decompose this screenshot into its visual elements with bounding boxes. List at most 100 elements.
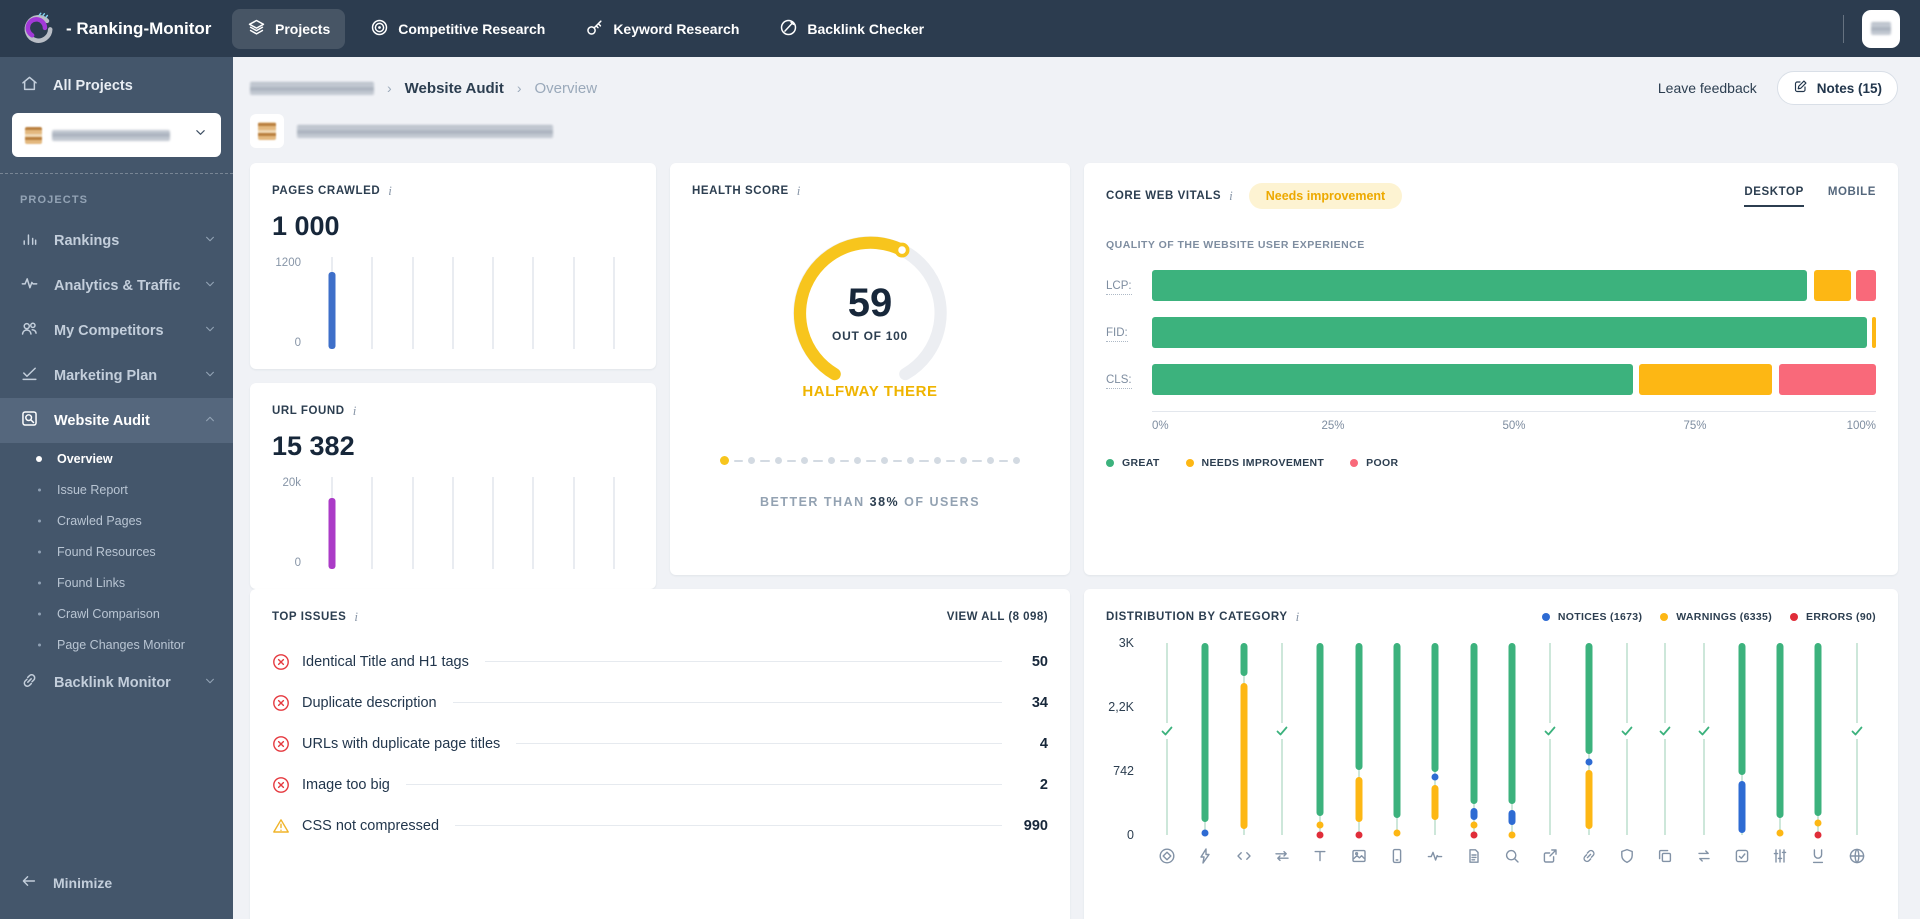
cwv-metric-text[interactable]: CLS: (1106, 374, 1132, 389)
sidebar-item-label: My Competitors (54, 323, 164, 339)
dots-connector (840, 460, 849, 462)
nav-item-backlink-checker[interactable]: Backlink Checker (764, 9, 939, 49)
legend-item[interactable]: WARNINGS (6335) (1660, 611, 1772, 623)
url-found-card: URL FOUND i 15 382 20k 0 (250, 383, 656, 589)
chevron-down-icon (203, 674, 217, 692)
dot-yellow (1470, 822, 1477, 829)
project-favicon (25, 127, 42, 144)
segment-blue (1738, 781, 1745, 833)
progress-dot (881, 457, 888, 464)
main-content: › Website Audit › Overview Leave feedbac… (233, 57, 1920, 919)
issue-severity-error (272, 653, 290, 671)
leader-line (516, 743, 1002, 744)
gridline (371, 477, 373, 569)
sidebar-subitem-overview[interactable]: Overview (0, 443, 233, 474)
tab-mobile[interactable]: MOBILE (1828, 186, 1876, 207)
category-icon (1733, 847, 1751, 867)
category-icon (1618, 847, 1636, 867)
health-score-caption: BETTER THAN 38% OF USERS (692, 495, 1048, 509)
health-score-value: 59 (848, 283, 893, 323)
link-icon (20, 671, 39, 694)
breadcrumb-project-blurred[interactable] (250, 82, 374, 95)
legend-item[interactable]: ERRORS (90) (1790, 611, 1876, 623)
issue-row[interactable]: URLs with duplicate page titles4 (272, 723, 1048, 764)
view-all-link[interactable]: VIEW ALL (8 098) (947, 611, 1048, 623)
sidebar-item-my-competitors[interactable]: My Competitors (0, 308, 233, 353)
chevron-down-icon (203, 674, 217, 688)
compass-icon (779, 18, 798, 37)
header-actions: Leave feedback Notes (15) (1658, 71, 1898, 105)
sidebar-subitem-issue-report[interactable]: Issue Report (0, 474, 233, 505)
sidebar-item-backlink-monitor[interactable]: Backlink Monitor (0, 660, 233, 705)
chevron-up-icon (203, 412, 217, 430)
sidebar-item-label: Backlink Monitor (54, 675, 171, 691)
check-icon (1276, 726, 1288, 736)
minimize-button[interactable]: Minimize (0, 862, 233, 903)
category-column-globe (1838, 643, 1876, 867)
plot-area (312, 477, 634, 569)
category-column-checkbox (1723, 643, 1761, 867)
health-score-card: HEALTH SCORE i 59 OUT OF 100 HALFWAY THE… (670, 163, 1070, 575)
top-issues-title: TOP ISSUES (272, 611, 346, 623)
sidebar-subitem-found-links[interactable]: Found Links (0, 567, 233, 598)
issue-row[interactable]: CSS not compressed990 (272, 805, 1048, 846)
chevron-down-icon (203, 232, 217, 246)
project-selector[interactable] (12, 113, 221, 157)
info-icon[interactable]: i (797, 183, 801, 199)
all-projects-label: All Projects (53, 78, 133, 94)
y-tick: 742 (1113, 764, 1134, 778)
gridline (492, 257, 494, 349)
notes-button[interactable]: Notes (15) (1777, 71, 1898, 105)
check-icon (1698, 726, 1710, 736)
cwv-metric-text[interactable]: FID: (1106, 327, 1128, 342)
issue-row[interactable]: Identical Title and H1 tags50 (272, 641, 1048, 682)
info-icon[interactable]: i (1296, 609, 1300, 625)
column-plot (1733, 643, 1751, 835)
sidebar-subitem-found-resources[interactable]: Found Resources (0, 536, 233, 567)
column-plot (1695, 643, 1713, 835)
category-column-document (1455, 643, 1493, 867)
y-axis: 1200 0 (272, 257, 312, 349)
issue-row[interactable]: Image too big2 (272, 764, 1048, 805)
column-plot (1580, 643, 1598, 835)
breadcrumb-separator: › (517, 80, 522, 96)
cwv-metric-text[interactable]: LCP: (1106, 280, 1132, 295)
sidebar-item-marketing-plan[interactable]: Marketing Plan (0, 353, 233, 398)
segment-green (1240, 643, 1247, 676)
info-icon[interactable]: i (388, 183, 392, 199)
sidebar-subitem-crawled-pages[interactable]: Crawled Pages (0, 505, 233, 536)
cwv-bar-track (1152, 364, 1876, 395)
nav-item-keyword-research[interactable]: Keyword Research (570, 9, 754, 49)
breadcrumb-website-audit[interactable]: Website Audit (405, 80, 504, 97)
legend-item[interactable]: NEEDS IMPROVEMENT (1186, 457, 1325, 469)
sidebar-item-rankings[interactable]: Rankings (0, 218, 233, 263)
legend-item[interactable]: GREAT (1106, 457, 1160, 469)
sidebar-subitem-crawl-comparison[interactable]: Crawl Comparison (0, 598, 233, 629)
info-icon[interactable]: i (353, 403, 357, 419)
segment-blue (1508, 810, 1515, 825)
legend-item[interactable]: NOTICES (1673) (1542, 611, 1642, 623)
distribution-chart: 3K2,2K7420 (1106, 643, 1876, 867)
sidebar-item-all-projects[interactable]: All Projects (0, 57, 233, 111)
info-icon[interactable]: i (354, 609, 358, 625)
sidebar-item-website-audit[interactable]: Website Audit (0, 398, 233, 443)
avatar[interactable] (1862, 10, 1900, 48)
issue-label: Identical Title and H1 tags (302, 654, 469, 670)
users-icon (20, 319, 39, 338)
tab-desktop[interactable]: DESKTOP (1744, 186, 1803, 207)
column-plot (1618, 643, 1636, 835)
sidebar-subitem-page-changes-monitor[interactable]: Page Changes Monitor (0, 629, 233, 660)
core-web-vitals-title: CORE WEB VITALS (1106, 190, 1221, 202)
segment-green (1432, 643, 1439, 772)
issue-count: 4 (1018, 736, 1048, 752)
issue-row[interactable]: Duplicate description34 (272, 682, 1048, 723)
mini-chart-slot (554, 257, 594, 349)
legend-item[interactable]: POOR (1350, 457, 1398, 469)
nav-item-projects[interactable]: Projects (232, 9, 345, 49)
leave-feedback-link[interactable]: Leave feedback (1658, 80, 1757, 96)
nav-item-competitive-research[interactable]: Competitive Research (355, 9, 560, 49)
sidebar-item-analytics-traffic[interactable]: Analytics & Traffic (0, 263, 233, 308)
category-icon (1158, 847, 1176, 867)
mini-chart-slot (352, 257, 392, 349)
info-icon[interactable]: i (1229, 188, 1233, 204)
